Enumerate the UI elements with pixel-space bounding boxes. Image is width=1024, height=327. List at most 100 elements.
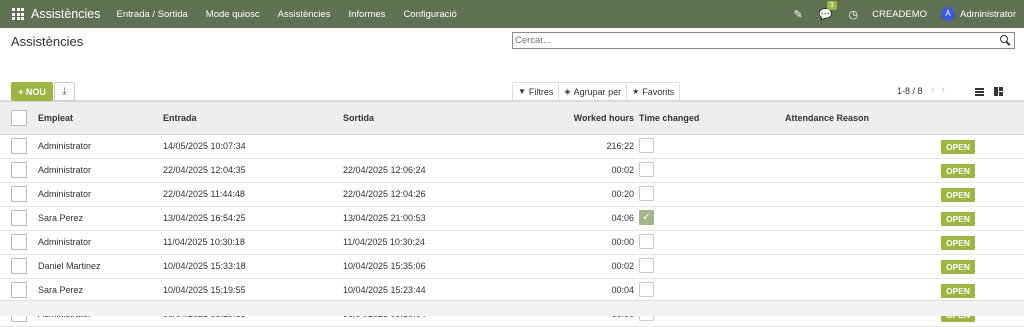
check-out-cell: 13/04/2025 21:00:53 bbox=[343, 213, 426, 223]
filters-label: Filtres bbox=[528, 86, 554, 97]
table-row[interactable]: Daniel Martinez 10/04/2025 15:33:18 10/0… bbox=[0, 255, 1024, 279]
download-icon: ⤓ bbox=[62, 86, 67, 97]
select-all-checkbox[interactable] bbox=[11, 110, 27, 126]
pencil-icon[interactable]: ✎ bbox=[794, 8, 803, 21]
row-checkbox[interactable] bbox=[11, 258, 27, 274]
chevron-right-icon[interactable]: › bbox=[941, 84, 951, 95]
search-options: ▼ Filtres ◈ Agrupar per ★ Favorits bbox=[512, 82, 681, 101]
table-row[interactable]: Sara Perez 13/04/2025 16:54:25 13/04/202… bbox=[0, 207, 1024, 231]
systray: ✎ 💬 3 ◷ CREADEMO A Administrator bbox=[786, 0, 1024, 21]
chat-icon[interactable]: 💬 3 bbox=[819, 0, 837, 21]
worked-hours-cell: 00:02 bbox=[611, 261, 634, 271]
star-icon: ★ bbox=[632, 87, 640, 96]
time-changed-checkbox bbox=[639, 186, 654, 201]
check-in-cell: 13/04/2025 16:54:25 bbox=[163, 213, 246, 223]
pager-value[interactable]: 1-8 / 8 bbox=[897, 86, 923, 96]
column-header-attendance-reason[interactable]: Attendance Reason bbox=[785, 102, 869, 134]
check-in-cell: 10/04/2025 15:33:18 bbox=[163, 261, 246, 271]
status-badge[interactable]: OPEN bbox=[941, 236, 975, 250]
status-badge[interactable]: OPEN bbox=[941, 284, 975, 298]
column-header-time-changed[interactable]: Time changed bbox=[639, 102, 699, 134]
download-button[interactable]: ⤓ bbox=[54, 82, 75, 101]
group-by-label: Agrupar per bbox=[573, 86, 622, 97]
time-changed-checkbox bbox=[639, 234, 654, 249]
row-checkbox[interactable] bbox=[11, 162, 27, 178]
column-header-worked-hours[interactable]: Worked hours bbox=[574, 102, 634, 134]
status-badge[interactable]: OPEN bbox=[941, 188, 975, 202]
time-changed-checkbox bbox=[639, 282, 654, 297]
group-by-button[interactable]: ◈ Agrupar per bbox=[559, 83, 628, 100]
clock-icon[interactable]: ◷ bbox=[849, 8, 859, 21]
status-badge[interactable]: OPEN bbox=[941, 260, 975, 274]
status-badge[interactable]: OPEN bbox=[941, 212, 975, 226]
check-out-cell: 22/04/2025 12:06:24 bbox=[343, 165, 426, 175]
table-row[interactable]: Administrator 22/04/2025 12:04:35 22/04/… bbox=[0, 159, 1024, 183]
checkmark-icon: ✓ bbox=[642, 212, 651, 223]
new-button-label: NOU bbox=[25, 86, 46, 97]
apps-menu-icon[interactable] bbox=[12, 8, 24, 20]
page-title: Assistències bbox=[11, 34, 84, 49]
row-checkbox[interactable] bbox=[11, 282, 27, 298]
check-out-cell: 10/04/2025 15:23:44 bbox=[343, 285, 426, 295]
worked-hours-cell: 00:00 bbox=[611, 237, 634, 247]
worked-hours-cell: 00:20 bbox=[611, 189, 634, 199]
list-icon bbox=[975, 87, 984, 96]
employee-cell: Administrator bbox=[38, 189, 92, 199]
avatar[interactable]: A bbox=[941, 7, 956, 21]
check-in-cell: 14/05/2025 10:07:34 bbox=[163, 141, 246, 151]
check-in-cell: 22/04/2025 12:04:35 bbox=[163, 165, 246, 175]
attendance-table: Empleat Entrada Sortida Worked hours Tim… bbox=[0, 101, 1024, 327]
table-row[interactable]: Administrator 22/04/2025 11:44:48 22/04/… bbox=[0, 183, 1024, 207]
check-out-cell: 10/04/2025 15:35:06 bbox=[343, 261, 426, 271]
menu-attendances[interactable]: Assistències bbox=[278, 9, 331, 20]
kanban-icon bbox=[994, 87, 1003, 96]
list-footer bbox=[0, 300, 1024, 316]
employee-cell: Daniel Martinez bbox=[38, 261, 101, 271]
pager-arrows: ‹› bbox=[931, 84, 952, 95]
table-row[interactable]: Administrator 11/04/2025 10:30:18 11/04/… bbox=[0, 231, 1024, 255]
app-title[interactable]: Assistències bbox=[31, 7, 100, 21]
search-bar[interactable] bbox=[512, 32, 1015, 49]
time-changed-checkbox bbox=[639, 162, 654, 177]
control-panel: Assistències + NOU ⤓ ▼Filtres ◈Agrupar p… bbox=[0, 28, 1024, 101]
menu-check-in-out[interactable]: Entrada / Sortida bbox=[116, 9, 187, 20]
search-icon[interactable] bbox=[1000, 35, 1011, 46]
menu-configuration[interactable]: Configuració bbox=[403, 9, 456, 20]
employee-cell: Administrator bbox=[38, 141, 92, 151]
menu-reports[interactable]: Informes bbox=[348, 9, 385, 20]
row-checkbox[interactable] bbox=[11, 138, 27, 154]
status-badge[interactable]: OPEN bbox=[941, 164, 975, 178]
chevron-left-icon[interactable]: ‹ bbox=[931, 84, 941, 95]
time-changed-checkbox: ✓ bbox=[639, 210, 654, 225]
column-header-check-out[interactable]: Sortida bbox=[343, 102, 374, 134]
row-checkbox[interactable] bbox=[11, 186, 27, 202]
search-input[interactable] bbox=[513, 35, 1000, 46]
plus-icon: + bbox=[18, 86, 26, 97]
user-menu[interactable]: Administrator bbox=[960, 9, 1016, 20]
new-button[interactable]: + NOU bbox=[11, 82, 53, 101]
menu-kiosk-mode[interactable]: Mode quiosc bbox=[206, 9, 260, 20]
table-row[interactable]: Administrator 14/05/2025 10:07:34 216:22… bbox=[0, 135, 1024, 159]
view-switcher bbox=[970, 82, 1008, 101]
employee-cell: Sara Perez bbox=[38, 213, 84, 223]
filters-button[interactable]: ▼ Filtres bbox=[513, 83, 560, 100]
table-header: Empleat Entrada Sortida Worked hours Tim… bbox=[0, 101, 1024, 135]
worked-hours-cell: 00:02 bbox=[611, 165, 634, 175]
favorites-label: Favorits bbox=[642, 86, 675, 97]
list-view-button[interactable] bbox=[970, 82, 989, 101]
column-header-employee[interactable]: Empleat bbox=[38, 102, 73, 134]
check-in-cell: 22/04/2025 11:44:48 bbox=[163, 189, 245, 199]
row-checkbox[interactable] bbox=[11, 210, 27, 226]
status-badge[interactable]: OPEN bbox=[941, 140, 975, 154]
check-out-cell: 22/04/2025 12:04:26 bbox=[343, 189, 426, 199]
favorites-button[interactable]: ★ Favorits bbox=[627, 83, 679, 100]
check-in-cell: 10/04/2025 15:19:55 bbox=[163, 285, 246, 295]
worked-hours-cell: 04:06 bbox=[611, 213, 634, 223]
company-switcher[interactable]: CREADEMO bbox=[872, 9, 927, 20]
employee-cell: Administrator bbox=[38, 165, 92, 175]
row-checkbox[interactable] bbox=[11, 234, 27, 250]
column-header-check-in[interactable]: Entrada bbox=[163, 102, 197, 134]
top-navbar: Assistències Entrada / Sortida Mode quio… bbox=[0, 0, 1024, 28]
kanban-view-button[interactable] bbox=[989, 82, 1008, 101]
time-changed-checkbox bbox=[639, 138, 654, 153]
